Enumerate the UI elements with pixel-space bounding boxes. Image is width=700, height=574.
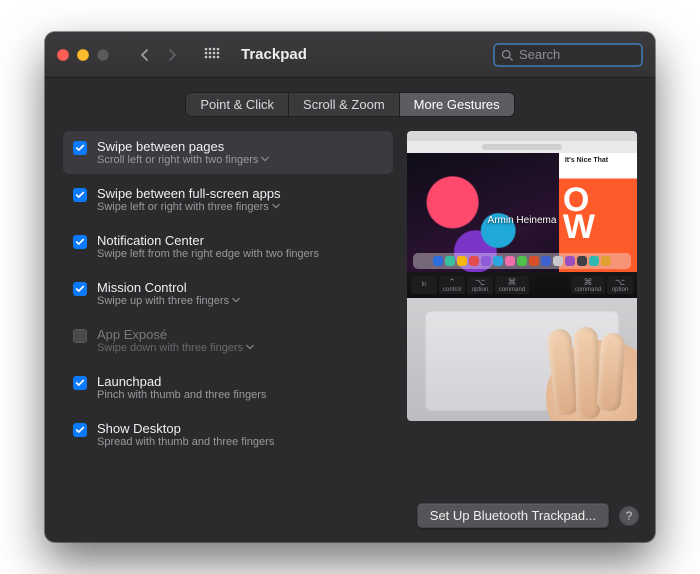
- gesture-checkbox[interactable]: [73, 329, 87, 343]
- gesture-subtitle[interactable]: Scroll left or right with two fingers: [97, 154, 269, 166]
- footer: Set Up Bluetooth Trackpad... ?: [45, 495, 655, 542]
- search-placeholder: Search: [519, 47, 560, 62]
- dock-app-icon: [577, 256, 587, 266]
- dock-app-icon: [481, 256, 491, 266]
- gesture-row-launchpad[interactable]: LaunchpadPinch with thumb and three fing…: [63, 366, 393, 409]
- dock-app-icon: [589, 256, 599, 266]
- gesture-row-swipe-between-pages[interactable]: Swipe between pagesScroll left or right …: [63, 131, 393, 174]
- gesture-checkbox[interactable]: [73, 235, 87, 249]
- chevron-down-icon: [246, 342, 254, 354]
- gesture-checkbox[interactable]: [73, 188, 87, 202]
- dock-app-icon: [445, 256, 455, 266]
- gesture-row-show-desktop[interactable]: Show DesktopSpread with thumb and three …: [63, 413, 393, 456]
- show-all-icon[interactable]: [201, 44, 223, 66]
- dock-app-icon: [457, 256, 467, 266]
- gesture-row-mission-control[interactable]: Mission ControlSwipe up with three finge…: [63, 272, 393, 315]
- dock-app-icon: [517, 256, 527, 266]
- gesture-title: App Exposé: [97, 327, 254, 342]
- gesture-row-app-expos[interactable]: App ExposéSwipe down with three fingers: [63, 319, 393, 362]
- setup-bluetooth-trackpad-button[interactable]: Set Up Bluetooth Trackpad...: [417, 503, 609, 528]
- gesture-title: Notification Center: [97, 233, 319, 248]
- gesture-checkbox[interactable]: [73, 376, 87, 390]
- back-button[interactable]: [131, 44, 157, 66]
- dock-app-icon: [541, 256, 551, 266]
- tab-bar: Point & ClickScroll & ZoomMore Gestures: [45, 92, 655, 117]
- gesture-title: Swipe between pages: [97, 139, 269, 154]
- gesture-checkbox[interactable]: [73, 141, 87, 155]
- preview-dock: [413, 253, 631, 269]
- content-area: Swipe between pagesScroll left or right …: [45, 117, 655, 495]
- gesture-title: Launchpad: [97, 374, 266, 389]
- gesture-title: Swipe between full-screen apps: [97, 186, 281, 201]
- gesture-checkbox[interactable]: [73, 282, 87, 296]
- dock-app-icon: [553, 256, 563, 266]
- dock-app-icon: [505, 256, 515, 266]
- dock-app-icon: [529, 256, 539, 266]
- gesture-subtitle[interactable]: Swipe left or right with three fingers: [97, 201, 281, 213]
- nav-buttons: [131, 44, 185, 66]
- help-button[interactable]: ?: [619, 506, 639, 526]
- preview-side-text: OW: [563, 187, 595, 241]
- chevron-down-icon: [232, 295, 240, 307]
- preview-hand: [521, 315, 637, 421]
- forward-button[interactable]: [159, 44, 185, 66]
- preview-menubar: [407, 131, 637, 141]
- tab-scroll-zoom[interactable]: Scroll & Zoom: [289, 93, 400, 116]
- preview-browser-toolbar: [407, 141, 637, 153]
- gesture-title: Mission Control: [97, 280, 240, 295]
- chevron-down-icon: [261, 154, 269, 166]
- traffic-lights: [57, 49, 109, 61]
- gesture-subtitle[interactable]: Swipe up with three fingers: [97, 295, 240, 307]
- dock-app-icon: [469, 256, 479, 266]
- minimize-window-icon[interactable]: [77, 49, 89, 61]
- gesture-subtitle[interactable]: Swipe down with three fingers: [97, 342, 254, 354]
- gesture-subtitle: Pinch with thumb and three fingers: [97, 389, 266, 401]
- zoom-window-icon: [97, 49, 109, 61]
- dock-app-icon: [493, 256, 503, 266]
- gesture-list: Swipe between pagesScroll left or right …: [63, 131, 393, 489]
- dock-app-icon: [565, 256, 575, 266]
- chevron-down-icon: [272, 201, 280, 213]
- preview-caption: Armin Heinema: [488, 215, 557, 226]
- dock-app-icon: [433, 256, 443, 266]
- gesture-subtitle: Swipe left from the right edge with two …: [97, 248, 319, 260]
- preview-keyboard: fn ⌃control ⌥option ⌘command ⌘command ⌥o…: [407, 272, 637, 298]
- preview-trackpad: [407, 298, 637, 421]
- gesture-row-notification-center[interactable]: Notification CenterSwipe left from the r…: [63, 225, 393, 268]
- preferences-window: Trackpad Search Point & ClickScroll & Zo…: [45, 32, 655, 542]
- gesture-subtitle: Spread with thumb and three fingers: [97, 436, 274, 448]
- gesture-preview: It's Nice That OW Armin Heinema fn ⌃cont…: [407, 131, 637, 421]
- gesture-checkbox[interactable]: [73, 423, 87, 437]
- search-field[interactable]: Search: [493, 43, 643, 67]
- search-icon: [501, 49, 513, 61]
- preview-screen: It's Nice That OW Armin Heinema: [407, 131, 637, 272]
- gesture-title: Show Desktop: [97, 421, 274, 436]
- tab-point-click[interactable]: Point & Click: [186, 93, 289, 116]
- close-window-icon[interactable]: [57, 49, 69, 61]
- tab-more-gestures[interactable]: More Gestures: [400, 93, 514, 116]
- titlebar: Trackpad Search: [45, 32, 655, 78]
- page-title: Trackpad: [241, 46, 307, 63]
- dock-app-icon: [601, 256, 611, 266]
- gesture-row-swipe-between-full-screen-apps[interactable]: Swipe between full-screen appsSwipe left…: [63, 178, 393, 221]
- preview-side-tag: It's Nice That: [565, 157, 608, 164]
